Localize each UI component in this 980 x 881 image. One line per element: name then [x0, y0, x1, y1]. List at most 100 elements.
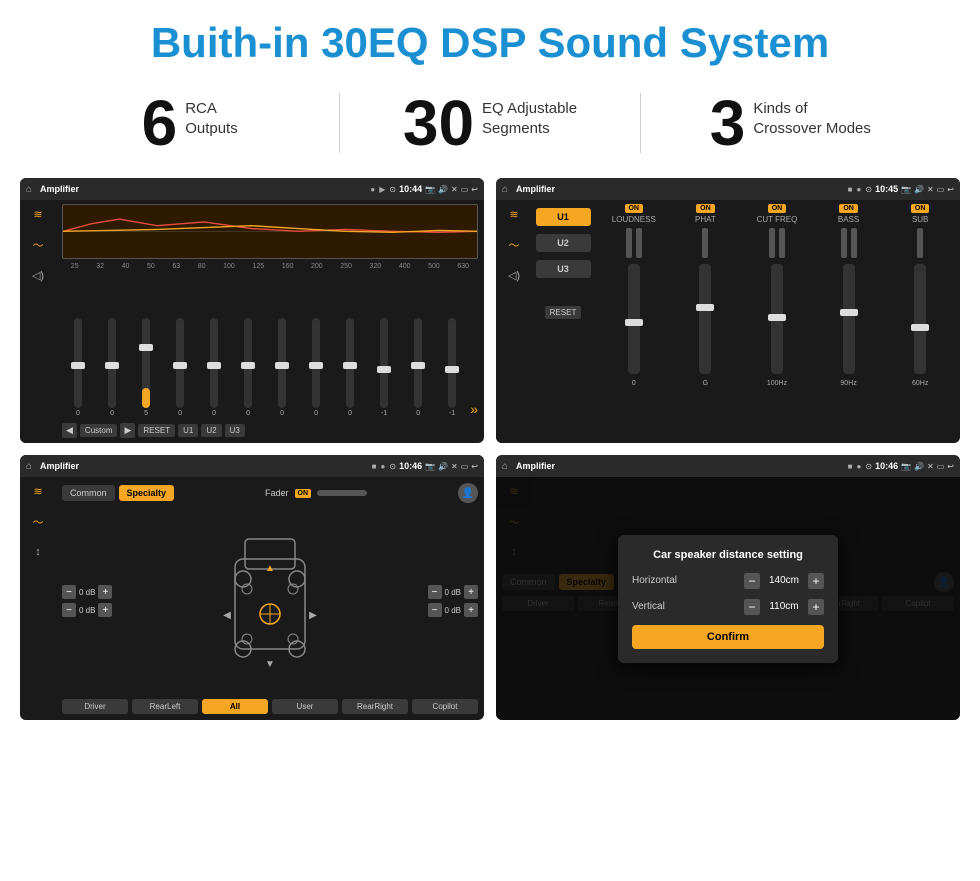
eq-slider-thumb-2[interactable] — [105, 362, 119, 369]
xover-bass-slider-g[interactable] — [851, 228, 857, 258]
eq-back-icon[interactable]: ↩ — [471, 185, 478, 194]
speaker-fl-plus[interactable]: + — [98, 585, 112, 599]
xover-sub-slider-g[interactable] — [917, 228, 923, 258]
xover-phat-slider-1[interactable] — [702, 228, 708, 258]
xover-bass-slider-f[interactable] — [841, 228, 847, 258]
xover-back-icon[interactable]: ↩ — [947, 185, 954, 194]
xover-vol-icon[interactable]: ◁) — [508, 269, 520, 282]
eq-slider-track-9[interactable] — [346, 318, 354, 408]
xover-cutfreq-slider-g[interactable] — [779, 228, 785, 258]
speaker-profile-icon[interactable]: 👤 — [458, 483, 478, 503]
xover-sub-on[interactable]: ON — [911, 204, 930, 213]
xover-bass-thumb[interactable] — [840, 309, 858, 316]
fader-on-badge[interactable]: ON — [295, 489, 312, 498]
dialog-confirm-button[interactable]: Confirm — [632, 625, 824, 649]
speaker-back-icon[interactable]: ↩ — [471, 462, 478, 471]
fader-slider[interactable] — [317, 490, 367, 496]
speaker-all-button[interactable]: All — [202, 699, 268, 714]
speaker-specialty-tab[interactable]: Specialty — [119, 485, 175, 501]
speaker-user-button[interactable]: User — [272, 699, 338, 714]
eq-u2-button[interactable]: U2 — [201, 424, 221, 437]
xover-phat-main-slider[interactable] — [699, 264, 711, 374]
eq-slider-track-12[interactable] — [448, 318, 456, 408]
xover-u1-button[interactable]: U1 — [536, 208, 591, 226]
eq-slider-track-8[interactable] — [312, 318, 320, 408]
xover-bass-main-slider[interactable] — [843, 264, 855, 374]
speaker-copilot-button[interactable]: Copilot — [412, 699, 478, 714]
xover-loudness-thumb[interactable] — [625, 319, 643, 326]
speaker-rl-minus[interactable]: − — [62, 603, 76, 617]
xover-phat-thumb[interactable] — [696, 304, 714, 311]
xover-cutfreq-on[interactable]: ON — [768, 204, 787, 213]
dialog-horizontal-minus[interactable]: − — [744, 573, 760, 589]
eq-slider-track-1[interactable] — [74, 318, 82, 408]
eq-slider-track-6[interactable] — [244, 318, 252, 408]
xover-sub-thumb[interactable] — [911, 324, 929, 331]
xover-loudness-on[interactable]: ON — [625, 204, 644, 213]
eq-wave-icon[interactable]: 〜 — [33, 237, 44, 253]
speaker-arrows-icon[interactable]: ↕ — [35, 546, 41, 558]
eq-slider-thumb-7[interactable] — [275, 362, 289, 369]
xover-u2-button[interactable]: U2 — [536, 234, 591, 252]
eq-u3-button[interactable]: U3 — [225, 424, 245, 437]
speaker-fr-minus[interactable]: − — [428, 585, 442, 599]
eq-custom-button[interactable]: Custom — [80, 424, 118, 437]
eq-slider-track-2[interactable] — [108, 318, 116, 408]
xover-loudness-slider-2[interactable] — [636, 228, 642, 258]
speaker-rr-minus[interactable]: − — [428, 603, 442, 617]
xover-bass-on[interactable]: ON — [839, 204, 858, 213]
speaker-driver-button[interactable]: Driver — [62, 699, 128, 714]
xover-cutfreq-main-slider[interactable] — [771, 264, 783, 374]
xover-home-icon[interactable]: ⌂ — [502, 184, 508, 195]
eq-vol-icon[interactable]: ◁) — [32, 269, 44, 282]
speaker-common-tab[interactable]: Common — [62, 485, 115, 501]
eq-right-arrow[interactable]: » — [470, 401, 478, 417]
eq-prev-button[interactable]: ◀ — [62, 423, 77, 438]
dialog-home-icon[interactable]: ⌂ — [502, 461, 508, 472]
xover-cutfreq-slider-f[interactable] — [769, 228, 775, 258]
eq-slider-track-10[interactable] — [380, 318, 388, 408]
xover-reset-button[interactable]: RESET — [545, 306, 582, 319]
xover-loudness-main-slider[interactable] — [628, 264, 640, 374]
xover-wave-icon[interactable]: 〜 — [509, 237, 520, 253]
eq-slider-track-7[interactable] — [278, 318, 286, 408]
eq-slider-thumb-4[interactable] — [173, 362, 187, 369]
speaker-rearleft-button[interactable]: RearLeft — [132, 699, 198, 714]
eq-next-button[interactable]: ▶ — [120, 423, 135, 438]
eq-slider-track-11[interactable] — [414, 318, 422, 408]
speaker-filter-icon[interactable]: ≋ — [33, 485, 42, 498]
xover-loudness-slider-1[interactable] — [626, 228, 632, 258]
eq-slider-track-4[interactable] — [176, 318, 184, 408]
dialog-vertical-plus[interactable]: + — [808, 599, 824, 615]
speaker-rearright-button[interactable]: RearRight — [342, 699, 408, 714]
eq-slider-thumb-5[interactable] — [207, 362, 221, 369]
eq-slider-thumb-8[interactable] — [309, 362, 323, 369]
xover-cutfreq-thumb[interactable] — [768, 314, 786, 321]
eq-slider-thumb-1[interactable] — [71, 362, 85, 369]
xover-phat-on[interactable]: ON — [696, 204, 715, 213]
xover-u3-button[interactable]: U3 — [536, 260, 591, 278]
eq-slider-thumb-3[interactable] — [139, 344, 153, 351]
speaker-wave-icon[interactable]: 〜 — [33, 514, 44, 530]
eq-slider-thumb-11[interactable] — [411, 362, 425, 369]
dialog-horizontal-plus[interactable]: + — [808, 573, 824, 589]
speaker-rr-plus[interactable]: + — [464, 603, 478, 617]
eq-slider-track-3[interactable] — [142, 318, 150, 408]
eq-slider-track-5[interactable] — [210, 318, 218, 408]
eq-slider-thumb-12[interactable] — [445, 366, 459, 373]
eq-u1-button[interactable]: U1 — [178, 424, 198, 437]
eq-filter-icon[interactable]: ≋ — [33, 208, 42, 221]
eq-slider-thumb-6[interactable] — [241, 362, 255, 369]
speaker-rl-plus[interactable]: + — [98, 603, 112, 617]
eq-slider-thumb-9[interactable] — [343, 362, 357, 369]
dialog-back-icon[interactable]: ↩ — [947, 462, 954, 471]
xover-filter-icon[interactable]: ≋ — [509, 208, 518, 221]
speaker-fl-minus[interactable]: − — [62, 585, 76, 599]
xover-sub-main-slider[interactable] — [914, 264, 926, 374]
speaker-fr-plus[interactable]: + — [464, 585, 478, 599]
eq-home-icon[interactable]: ⌂ — [26, 184, 32, 195]
eq-slider-thumb-10[interactable] — [377, 366, 391, 373]
eq-reset-button[interactable]: RESET — [138, 424, 175, 437]
speaker-home-icon[interactable]: ⌂ — [26, 461, 32, 472]
dialog-vertical-minus[interactable]: − — [744, 599, 760, 615]
